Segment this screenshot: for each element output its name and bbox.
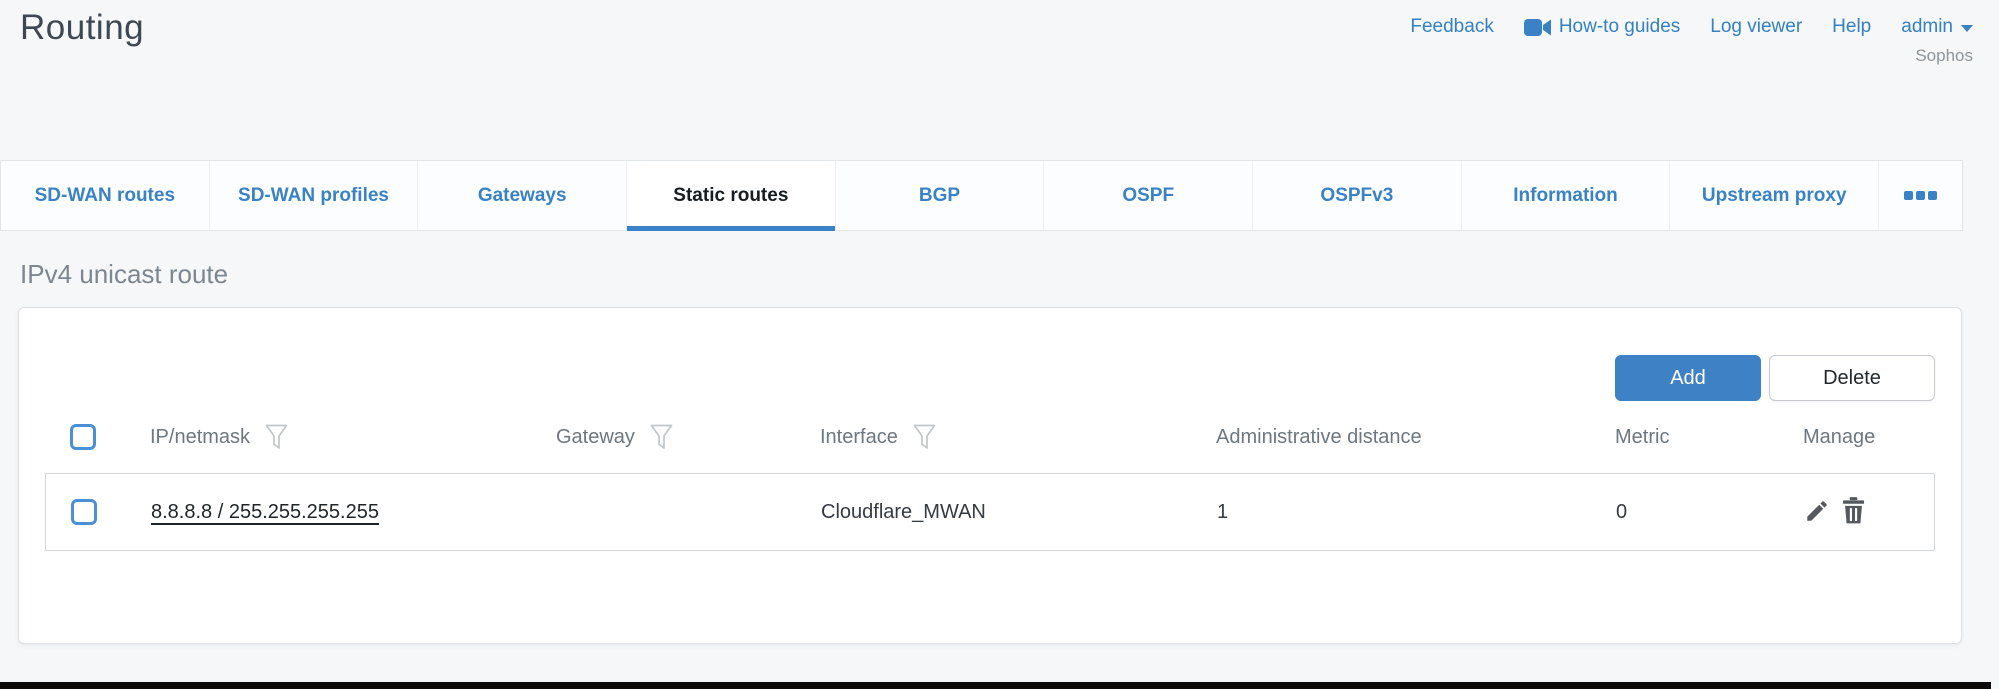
delete-button[interactable]: Delete (1769, 355, 1935, 401)
tab-ospfv3[interactable]: OSPFv3 (1253, 161, 1462, 230)
howto-guides-link[interactable]: How-to guides (1524, 16, 1680, 38)
cell-manage (1804, 497, 1934, 527)
tab-overflow-button[interactable] (1879, 161, 1962, 230)
feedback-link-label: Feedback (1410, 16, 1493, 38)
delete-route-button[interactable] (1842, 497, 1865, 527)
column-header-manage: Manage (1803, 426, 1935, 449)
page-header: Routing Feedback How-to guides Log viewe… (0, 0, 1999, 160)
column-header-administrative-distance: Administrative distance (1216, 426, 1615, 449)
section-heading: IPv4 unicast route (20, 259, 1999, 290)
log-viewer-link-label: Log viewer (1710, 16, 1802, 38)
tab-sdwan-routes[interactable]: SD-WAN routes (1, 161, 210, 230)
column-header-gateway: Gateway (556, 424, 820, 450)
table-header: IP/netmask Gateway Interface (45, 401, 1935, 473)
column-label: Interface (820, 426, 898, 449)
card-toolbar: Add Delete (45, 308, 1935, 401)
help-link[interactable]: Help (1832, 16, 1871, 38)
ellipsis-icon (1904, 191, 1913, 200)
add-button[interactable]: Add (1615, 355, 1761, 401)
route-link[interactable]: 8.8.8.8 / 255.255.255.255 (151, 501, 379, 523)
column-label: Gateway (556, 426, 635, 449)
funnel-icon[interactable] (913, 424, 936, 450)
select-all-checkbox[interactable] (70, 424, 96, 450)
tab-static-routes[interactable]: Static routes (627, 161, 836, 230)
funnel-icon[interactable] (650, 424, 673, 450)
ellipsis-icon (1916, 191, 1925, 200)
pencil-icon (1804, 498, 1830, 527)
brand-label: Sophos (1915, 46, 1973, 66)
routing-tab-bar: SD-WAN routes SD-WAN profiles Gateways S… (0, 160, 1963, 231)
trash-icon (1842, 497, 1865, 527)
column-label: Metric (1615, 426, 1669, 449)
cell-administrative-distance: 1 (1217, 501, 1616, 524)
header-checkbox-cell (45, 424, 150, 450)
tab-sdwan-profiles[interactable]: SD-WAN profiles (210, 161, 419, 230)
column-header-ip-netmask: IP/netmask (150, 424, 556, 450)
user-menu[interactable]: admin (1901, 16, 1973, 38)
cell-metric: 0 (1616, 501, 1804, 524)
tab-upstream-proxy[interactable]: Upstream proxy (1670, 161, 1879, 230)
tab-information[interactable]: Information (1462, 161, 1671, 230)
table-row: 8.8.8.8 / 255.255.255.255 Cloudflare_MWA… (45, 473, 1935, 551)
edit-route-button[interactable] (1804, 498, 1830, 527)
header-right: Feedback How-to guides Log viewer Help a… (1410, 8, 1973, 160)
caret-down-icon (1961, 25, 1973, 32)
feedback-link[interactable]: Feedback (1410, 16, 1493, 38)
log-viewer-link[interactable]: Log viewer (1710, 16, 1802, 38)
row-checkbox-cell (46, 499, 151, 525)
funnel-icon[interactable] (265, 424, 288, 450)
window-bottom-edge (0, 682, 1991, 689)
help-link-label: Help (1832, 16, 1871, 38)
cell-ip-netmask: 8.8.8.8 / 255.255.255.255 (151, 501, 557, 524)
howto-guides-link-label: How-to guides (1559, 16, 1680, 38)
cell-interface: Cloudflare_MWAN (821, 501, 1217, 524)
header-nav: Feedback How-to guides Log viewer Help a… (1410, 16, 1973, 38)
tab-ospf[interactable]: OSPF (1044, 161, 1253, 230)
column-label: Manage (1803, 426, 1875, 449)
user-menu-label: admin (1901, 16, 1953, 38)
column-label: IP/netmask (150, 426, 250, 449)
video-camera-icon (1524, 18, 1551, 37)
page-title: Routing (20, 8, 144, 160)
column-label: Administrative distance (1216, 426, 1422, 449)
column-header-interface: Interface (820, 424, 1216, 450)
column-header-metric: Metric (1615, 426, 1803, 449)
static-routes-card: Add Delete IP/netmask Gateway Interface (18, 307, 1962, 644)
tab-bgp[interactable]: BGP (836, 161, 1045, 230)
tab-gateways[interactable]: Gateways (418, 161, 627, 230)
ellipsis-icon (1928, 191, 1937, 200)
row-checkbox[interactable] (71, 499, 97, 525)
